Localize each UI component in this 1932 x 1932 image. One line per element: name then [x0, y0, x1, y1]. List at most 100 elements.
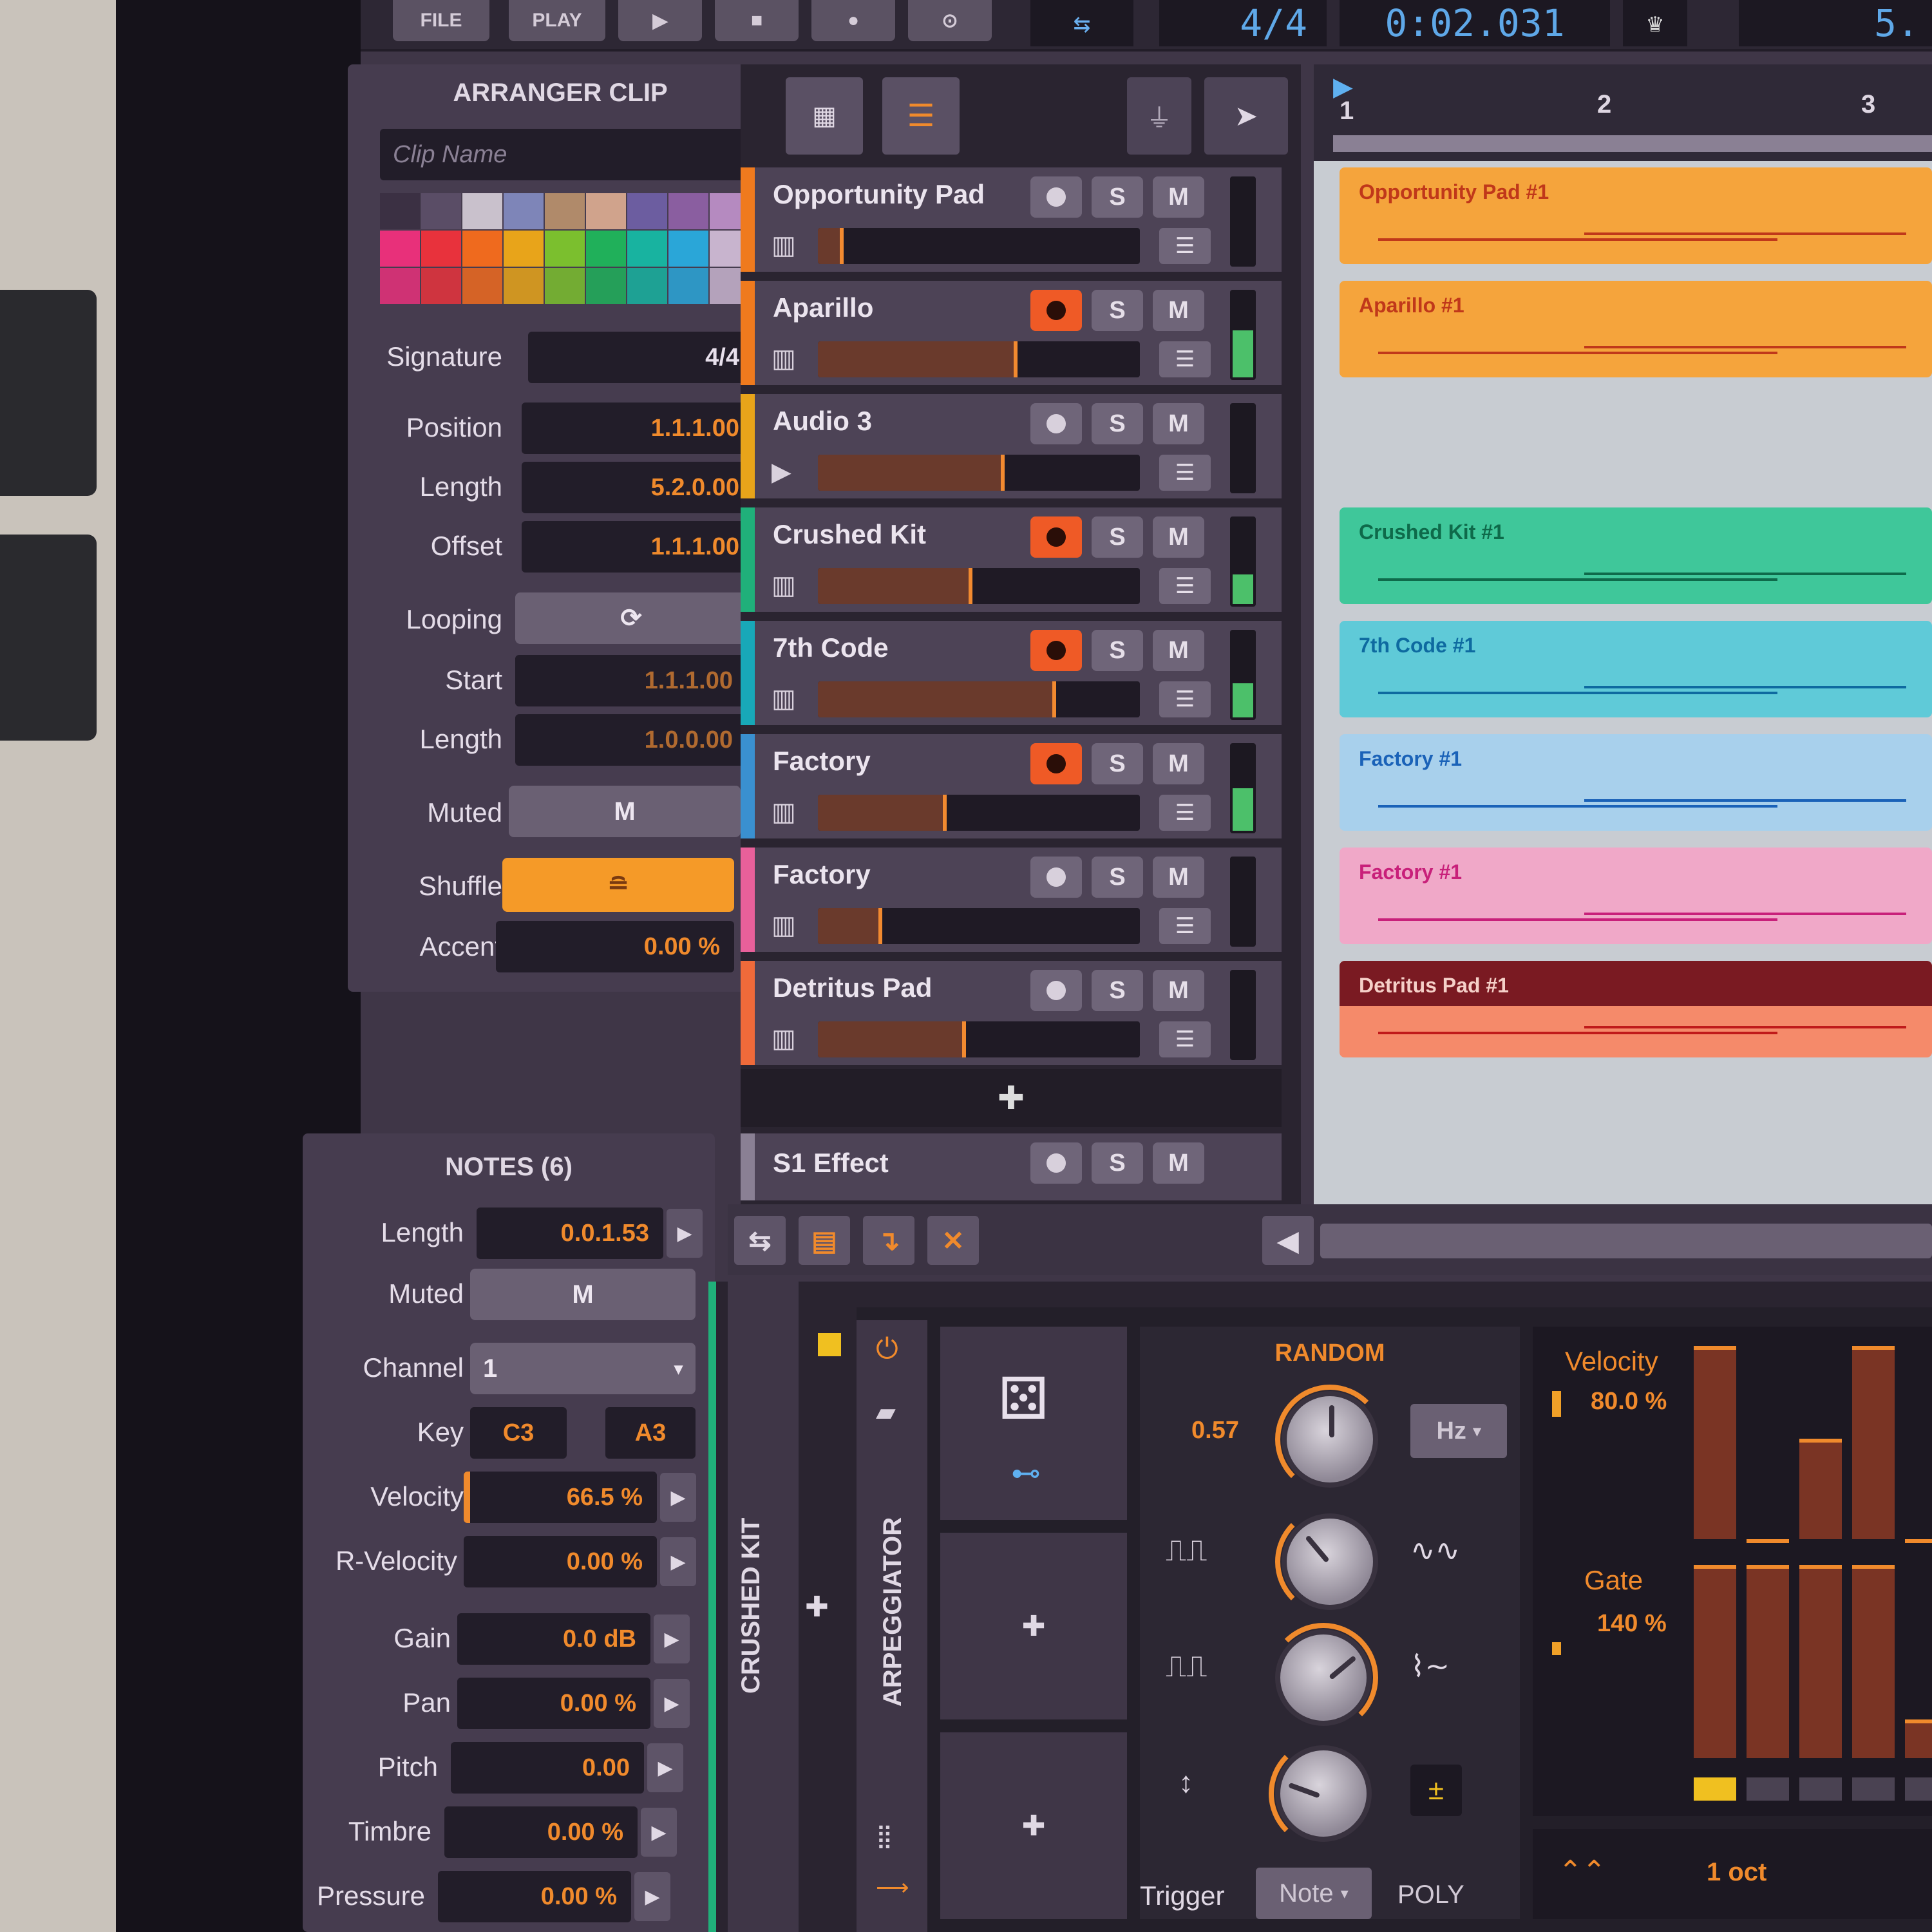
volume-fader[interactable] [818, 341, 1140, 377]
track-header[interactable]: Factory S M ▥ ☰ [741, 734, 1282, 842]
add-modulator-slot[interactable]: ✚ [940, 1533, 1127, 1719]
color-swatch[interactable] [586, 193, 626, 229]
snap-icon[interactable]: ⏚ [1127, 77, 1191, 155]
track-header[interactable]: Audio 3 S M ▶ ☰ [741, 394, 1282, 502]
step-toggle[interactable] [1905, 1777, 1932, 1801]
clip-mute-button[interactable]: M [509, 786, 741, 837]
track-header[interactable]: Detritus Pad S M ▥ ☰ [741, 961, 1282, 1069]
tempo-display[interactable]: 5. [1739, 0, 1932, 46]
color-swatch[interactable] [586, 231, 626, 267]
track-header[interactable]: Aparillo S M ▥ ☰ [741, 281, 1282, 389]
arranger-clip[interactable]: Detritus Pad #1 [1340, 961, 1932, 1057]
sync-icon[interactable]: ⇆ [1030, 0, 1133, 46]
follow-icon[interactable]: ↴ [863, 1216, 914, 1265]
step-toggle[interactable] [1852, 1777, 1895, 1801]
solo-button[interactable]: S [1092, 857, 1143, 898]
pressure-field[interactable]: 0.00 % [438, 1871, 631, 1922]
volume-fader[interactable] [818, 228, 1140, 264]
step-velocity-bar[interactable] [1747, 1539, 1789, 1543]
position-field[interactable]: 1.1.1.00 [522, 402, 753, 454]
arranger-clip[interactable]: Opportunity Pad #1 [1340, 167, 1932, 264]
mute-button[interactable]: M [1153, 857, 1204, 898]
note-mute-button[interactable]: M [470, 1269, 696, 1320]
record-arm-button[interactable] [1030, 403, 1082, 444]
color-swatch[interactable] [421, 193, 461, 229]
color-swatch[interactable] [504, 231, 544, 267]
color-swatch[interactable] [462, 268, 502, 304]
timbre-arrow-icon[interactable]: ▶ [641, 1808, 677, 1857]
time-signature-display[interactable]: 4/4 [1159, 0, 1327, 46]
mute-button[interactable]: M [1153, 743, 1204, 784]
track-header[interactable]: Factory S M ▥ ☰ [741, 848, 1282, 956]
stop-icon[interactable]: ■ [715, 0, 799, 41]
volume-fader[interactable] [818, 681, 1140, 717]
pressure-arrow-icon[interactable]: ▶ [634, 1872, 670, 1921]
step-gate-bar[interactable] [1747, 1565, 1789, 1758]
length-field[interactable]: 5.2.0.00 [522, 462, 753, 513]
volume-fader[interactable] [818, 795, 1140, 831]
add-device-plus-icon[interactable]: ✚ [805, 1591, 829, 1624]
color-swatch[interactable] [627, 193, 667, 229]
layout-icon[interactable]: ▤ [799, 1216, 850, 1265]
color-swatch[interactable] [545, 231, 585, 267]
step-gate-bar[interactable] [1694, 1565, 1736, 1758]
record-arm-button[interactable] [1030, 970, 1082, 1011]
clip-name-input[interactable]: Clip Name [380, 129, 753, 180]
mute-button[interactable]: M [1153, 970, 1204, 1011]
poly-mode-toggle[interactable]: POLY [1397, 1880, 1464, 1909]
solo-button[interactable]: S [1092, 630, 1143, 671]
smooth-knob[interactable] [1275, 1629, 1372, 1726]
arranger-clip[interactable]: Crushed Kit #1 [1340, 507, 1932, 604]
arranger-view-icon[interactable]: ☰ [882, 77, 960, 155]
step-gate-bar[interactable] [1852, 1565, 1895, 1758]
color-swatch[interactable] [462, 231, 502, 267]
color-swatch[interactable] [380, 268, 420, 304]
velocity-field[interactable]: 66.5 % [464, 1472, 657, 1523]
color-swatch[interactable] [627, 231, 667, 267]
rate-unit-select[interactable]: Hz ▾ [1410, 1404, 1507, 1458]
add-track-button[interactable]: ✚ [741, 1069, 1282, 1127]
arrow-right-icon[interactable]: ⟶ [876, 1874, 909, 1901]
step-velocity-bar[interactable] [1905, 1539, 1932, 1543]
color-swatch[interactable] [421, 268, 461, 304]
close-icon[interactable]: ✕ [927, 1216, 979, 1265]
arranger-clip[interactable]: Factory #1 [1340, 734, 1932, 831]
note-length-arrow-icon[interactable]: ▶ [667, 1209, 703, 1258]
loop-toggle-button[interactable]: ⟳ [515, 592, 747, 644]
color-swatch[interactable] [586, 268, 626, 304]
color-swatch[interactable] [504, 193, 544, 229]
timbre-field[interactable]: 0.00 % [444, 1806, 638, 1858]
record-arm-button[interactable] [1030, 516, 1082, 558]
step-velocity-bar[interactable] [1694, 1346, 1736, 1539]
color-swatch[interactable] [545, 268, 585, 304]
trigger-select[interactable]: Note ▾ [1256, 1868, 1372, 1919]
step-velocity-bar[interactable] [1852, 1346, 1895, 1539]
pan-arrow-icon[interactable]: ▶ [654, 1679, 690, 1728]
mute-button[interactable]: M [1153, 176, 1204, 218]
rvelocity-field[interactable]: 0.00 % [464, 1536, 657, 1587]
amount-knob[interactable] [1275, 1745, 1372, 1842]
key-low-field[interactable]: C3 [470, 1407, 567, 1459]
shape-knob[interactable] [1282, 1513, 1378, 1610]
arranger-clip[interactable]: Aparillo #1 [1340, 281, 1932, 377]
color-swatch[interactable] [545, 193, 585, 229]
random-modulator-slot[interactable]: ⚄ ⊷ [940, 1327, 1127, 1520]
step-velocity-value[interactable]: 80.0 % [1591, 1388, 1667, 1416]
octave-value[interactable]: 1 oct [1707, 1858, 1766, 1887]
volume-fader[interactable] [818, 455, 1140, 491]
color-swatch[interactable] [668, 268, 708, 304]
arrangement-timeline[interactable]: ▶ 1 2 3 Opportunity Pad #1 Aparillo #1 Cru… [1314, 64, 1932, 1204]
mute-button[interactable]: M [1153, 516, 1204, 558]
track-menu-icon[interactable]: ☰ [1159, 228, 1211, 264]
track-menu-icon[interactable]: ☰ [1159, 1021, 1211, 1057]
swap-icon[interactable]: ⇆ [734, 1216, 786, 1265]
step-gate-bar[interactable] [1799, 1565, 1842, 1758]
rvelocity-arrow-icon[interactable]: ▶ [660, 1537, 696, 1586]
step-gate-bar[interactable] [1905, 1719, 1932, 1758]
pitch-arrow-icon[interactable]: ▶ [647, 1743, 683, 1792]
channel-select[interactable]: 1 ▾ [470, 1343, 696, 1394]
time-display[interactable]: 0:02.031 [1340, 0, 1610, 46]
record-arm-button[interactable] [1030, 290, 1082, 331]
solo-button[interactable]: S [1092, 403, 1143, 444]
rate-knob[interactable] [1282, 1391, 1378, 1488]
